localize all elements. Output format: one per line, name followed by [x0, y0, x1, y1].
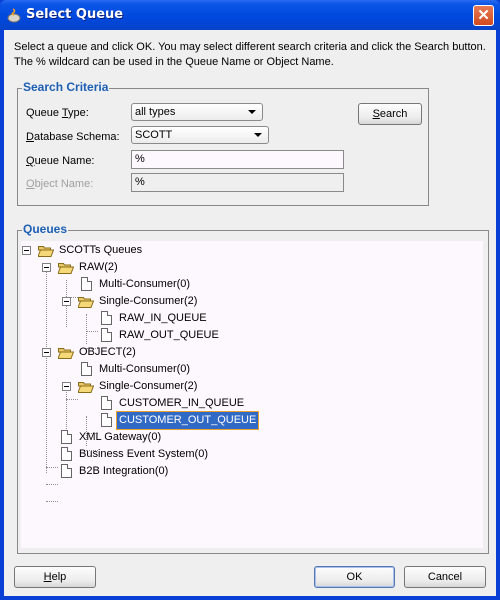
tree-connector: [46, 467, 58, 468]
folder-open-icon: [78, 297, 94, 308]
folder-open-icon: [58, 348, 74, 359]
document-icon: [61, 464, 72, 478]
collapse-icon[interactable]: [22, 246, 31, 255]
tree-connector: [46, 501, 58, 502]
instructions-line-2: The % wildcard can be used in the Queue …: [14, 56, 334, 68]
folder-open-icon: [38, 246, 54, 257]
search-criteria-group: Search Criteria Queue Type: all types Da…: [17, 80, 429, 206]
tree-connector: [86, 331, 98, 332]
document-icon: [61, 447, 72, 461]
folder-open-icon: [58, 263, 74, 274]
collapse-icon[interactable]: [42, 263, 51, 272]
title-bar[interactable]: Select Queue ✕: [0, 0, 500, 30]
search-criteria-legend: Search Criteria: [22, 80, 110, 94]
database-schema-dropdown[interactable]: SCOTT: [131, 126, 269, 144]
close-icon: ✕: [477, 7, 490, 24]
object-name-label: Object Name:: [26, 178, 94, 190]
document-icon: [101, 328, 112, 342]
document-icon: [101, 413, 112, 427]
queues-legend: Queues: [22, 222, 69, 236]
tree-connector: [66, 399, 78, 400]
cancel-button[interactable]: Cancel: [404, 566, 486, 588]
database-schema-label: Database Schema:: [26, 131, 120, 143]
select-queue-dialog: Select Queue ✕ Select a queue and click …: [0, 0, 500, 600]
queue-tree[interactable]: SCOTTs Queues RAW(2) Multi-Consumer(0) S…: [21, 241, 483, 548]
tree-connector: [86, 314, 87, 344]
instructions-line-1: Select a queue and click OK. You may sel…: [14, 41, 486, 53]
collapse-icon[interactable]: [62, 382, 71, 391]
instructions: Select a queue and click OK. You may sel…: [14, 40, 494, 70]
document-icon: [101, 311, 112, 325]
queue-type-dropdown[interactable]: all types: [131, 103, 263, 121]
object-name-input: %: [131, 173, 344, 192]
queue-name-label: Queue Name:: [26, 155, 95, 167]
help-button[interactable]: Help: [14, 566, 96, 588]
search-button[interactable]: Search: [358, 103, 422, 125]
collapse-icon[interactable]: [62, 297, 71, 306]
chevron-down-icon: [248, 110, 256, 114]
queues-group: Queues SCOTTs Queues RAW(2) Multi-Consum…: [17, 222, 489, 554]
document-icon: [61, 430, 72, 444]
java-cup-icon: [7, 8, 21, 23]
queue-type-label: Queue Type:: [26, 107, 89, 119]
folder-open-icon: [78, 382, 94, 393]
collapse-icon[interactable]: [42, 348, 51, 357]
chevron-down-icon: [254, 133, 262, 137]
document-icon: [81, 277, 92, 291]
tree-connector: [46, 484, 58, 485]
document-icon: [81, 362, 92, 376]
close-button[interactable]: ✕: [473, 5, 494, 26]
ok-button[interactable]: OK: [314, 566, 395, 588]
window-title: Select Queue: [26, 7, 124, 22]
dialog-body: Select a queue and click OK. You may sel…: [4, 30, 496, 596]
queue-name-input[interactable]: %: [131, 150, 344, 169]
document-icon: [101, 396, 112, 410]
tree-connector: [46, 263, 47, 473]
selected-node-label: CUSTOMER_OUT_QUEUE: [115, 411, 260, 430]
